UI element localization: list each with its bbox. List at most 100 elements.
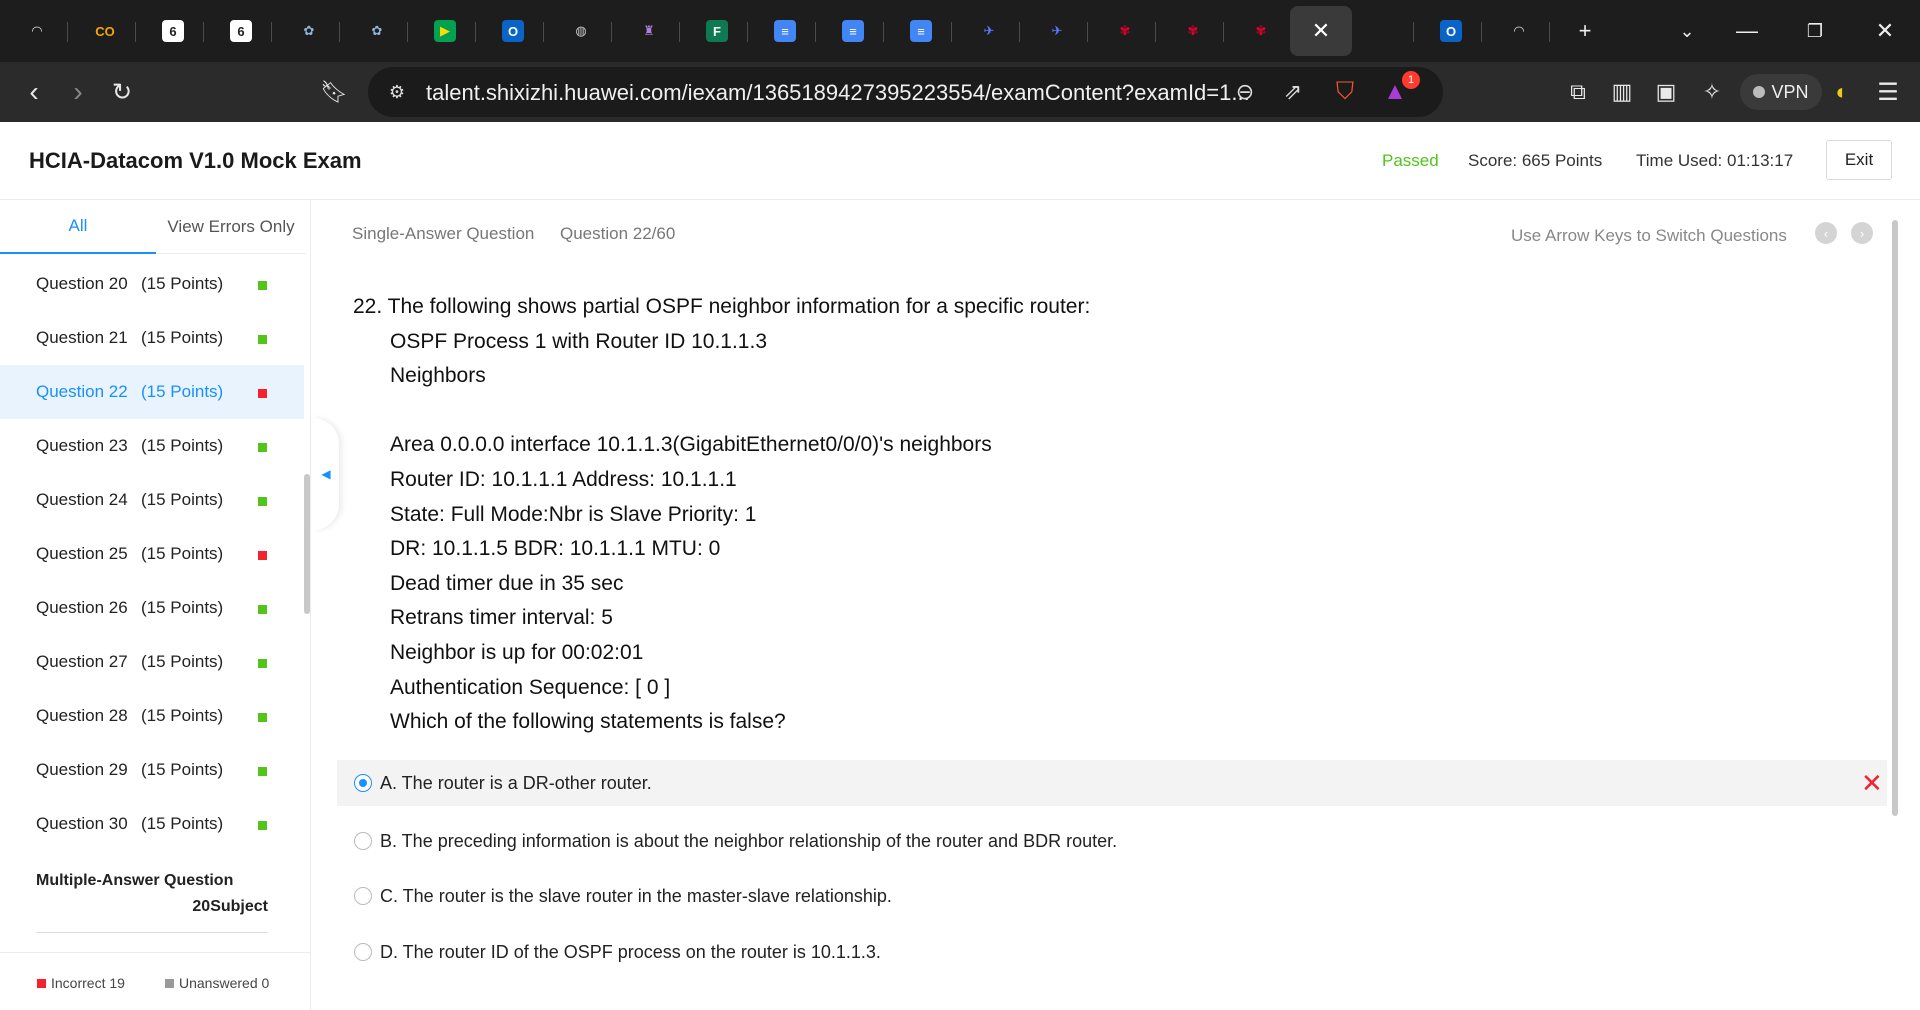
address-bar[interactable]: ⚙ talent.shixizhi.huawei.com/iexam/13651… <box>368 67 1443 117</box>
question-list-item[interactable]: Question 24 (15 Points) <box>0 473 304 527</box>
new-tab-plus-icon[interactable]: + <box>1560 6 1610 56</box>
tab-list-chevron-icon[interactable]: ⌄ <box>1662 6 1712 56</box>
site-settings-icon[interactable]: ⚙ <box>382 77 412 107</box>
browser-tab[interactable]: ✾ <box>1094 6 1156 56</box>
browser-tab[interactable]: ✿ <box>278 6 340 56</box>
browser-tab[interactable]: ◍ <box>550 6 612 56</box>
exit-button[interactable]: Exit <box>1826 140 1892 180</box>
tab-microsoft[interactable] <box>1352 6 1414 56</box>
close-tab-icon[interactable]: ✕ <box>1310 18 1332 43</box>
share-icon[interactable]: ⇗ <box>1278 77 1308 107</box>
restore-icon[interactable]: ❐ <box>1790 6 1840 56</box>
browser-tab[interactable]: ≡ <box>890 6 952 56</box>
browser-tab[interactable]: ▶ <box>414 6 476 56</box>
question-line <box>353 394 1090 429</box>
tab-view-errors-only[interactable]: View Errors Only <box>156 200 306 254</box>
question-points: (15 Points) <box>141 706 224 725</box>
tab-icon-building: ♜ <box>638 20 660 42</box>
tab-speedometer[interactable]: ◠ <box>1488 6 1550 56</box>
browser-tab[interactable]: ✾ <box>1162 6 1224 56</box>
question-line: Retrans timer interval: 5 <box>390 606 613 630</box>
question-list-item[interactable]: Question 20 (15 Points) <box>0 257 304 311</box>
option-text: B. The preceding information is about th… <box>380 831 1118 851</box>
vpn-button[interactable]: VPN <box>1740 74 1822 110</box>
tab-icon-docs: ≡ <box>842 20 864 42</box>
browser-tab[interactable]: ✈ <box>958 6 1020 56</box>
question-list-item[interactable]: Question 26 (15 Points) <box>0 581 304 635</box>
question-line: Neighbors <box>390 364 486 388</box>
question-list-item[interactable]: Question 29 (15 Points) <box>0 743 304 797</box>
brave-shield-icon[interactable]: ⛉ <box>1330 77 1360 107</box>
question-list-item[interactable]: Question 30 (15 Points) <box>0 797 304 851</box>
browser-tab[interactable]: 6 <box>142 6 204 56</box>
url-text[interactable]: talent.shixizhi.huawei.com/iexam/1365189… <box>426 80 1250 106</box>
answer-option[interactable]: C. The router is the slave router in the… <box>337 873 1887 919</box>
radio-button[interactable] <box>354 943 372 961</box>
question-label: Question 23 <box>36 436 128 455</box>
reload-icon[interactable]: ↻ <box>100 70 144 114</box>
profile-icon[interactable]: ◐ <box>1820 70 1864 114</box>
question-text: 22. The following shows partial OSPF nei… <box>353 290 1090 740</box>
wallet-icon[interactable]: ▣ <box>1644 70 1688 114</box>
radio-button[interactable] <box>354 774 372 792</box>
browser-tab[interactable]: F <box>686 6 748 56</box>
option-text: A. The router is a DR-other router. <box>380 773 652 793</box>
question-list-item[interactable]: Question 23 (15 Points) <box>0 419 304 473</box>
question-list-item[interactable]: Question 22 (15 Points) <box>0 365 304 419</box>
browser-tab[interactable]: 6 <box>210 6 272 56</box>
radio-button[interactable] <box>354 887 372 905</box>
question-list-item[interactable]: Question 25 (15 Points) <box>0 527 304 581</box>
sidebar-toggle-icon[interactable]: ▥ <box>1600 70 1644 114</box>
zoom-icon[interactable]: ⊖ <box>1230 77 1260 107</box>
answer-option[interactable]: A. The router is a DR-other router. ✕ <box>337 760 1887 806</box>
question-list-item[interactable]: Question 27 (15 Points) <box>0 635 304 689</box>
correct-status-icon <box>258 335 267 344</box>
answer-option[interactable]: B. The preceding information is about th… <box>337 818 1887 864</box>
browser-tab[interactable]: CO <box>74 6 136 56</box>
sidebar-scrollbar[interactable] <box>304 474 310 614</box>
browser-tab[interactable]: ≡ <box>754 6 816 56</box>
question-points: (15 Points) <box>141 544 224 563</box>
tab-icon-speedometer: ◠ <box>26 20 48 42</box>
legend-unanswered: Unanswered 0 <box>165 975 269 991</box>
legend-incorrect-label: Incorrect 19 <box>51 975 125 991</box>
tab-outlook[interactable]: O <box>1420 6 1482 56</box>
previous-question-button[interactable]: ‹ <box>1815 222 1837 244</box>
browser-tab[interactable]: O <box>482 6 544 56</box>
bookmark-icon[interactable]: 🔖︎ <box>312 70 356 114</box>
window-close-icon[interactable]: ✕ <box>1860 6 1910 56</box>
question-list-item[interactable]: Question 28 (15 Points) <box>0 689 304 743</box>
extensions-icon[interactable]: ⧉ <box>1556 70 1600 114</box>
minimize-icon[interactable]: — <box>1722 6 1772 56</box>
forward-arrow-icon[interactable]: › <box>56 70 100 114</box>
status-badge: Passed <box>1382 151 1439 170</box>
answer-option[interactable]: D. The router ID of the OSPF process on … <box>337 929 1887 975</box>
content-scrollbar[interactable] <box>1892 220 1898 816</box>
chevron-right-icon: › <box>1859 225 1865 241</box>
question-line: Which of the following statements is fal… <box>390 710 786 734</box>
browser-tab[interactable]: ♜ <box>618 6 680 56</box>
browser-tab[interactable]: ◠ <box>6 6 68 56</box>
radio-button[interactable] <box>354 832 372 850</box>
browser-tab[interactable]: ≡ <box>822 6 884 56</box>
active-tab[interactable]: ✕ <box>1290 6 1352 56</box>
option-text: C. The router is the slave router in the… <box>380 886 892 906</box>
incorrect-swatch-icon <box>37 978 46 988</box>
tab-icon-emblem: ✿ <box>298 20 320 42</box>
leo-ai-icon[interactable]: ✧ <box>1690 70 1734 114</box>
back-arrow-icon[interactable]: ‹ <box>12 70 56 114</box>
question-line: Neighbor is up for 00:02:01 <box>390 640 644 664</box>
correct-status-icon <box>258 605 267 614</box>
option-text: D. The router ID of the OSPF process on … <box>380 942 881 962</box>
collapse-sidebar-handle[interactable]: ◀ <box>313 418 339 530</box>
next-question-button[interactable]: › <box>1851 222 1873 244</box>
question-list-item[interactable]: Question 21 (15 Points) <box>0 311 304 365</box>
browser-tab[interactable]: ✾ <box>1230 6 1292 56</box>
tab-icon-meet: ▶ <box>434 20 456 42</box>
menu-icon[interactable]: ☰ <box>1866 70 1910 114</box>
divider <box>36 932 268 933</box>
vpn-label: VPN <box>1771 81 1809 102</box>
tab-all[interactable]: All <box>0 200 156 254</box>
browser-tab[interactable]: ✿ <box>346 6 408 56</box>
browser-tab[interactable]: ✈ <box>1026 6 1088 56</box>
